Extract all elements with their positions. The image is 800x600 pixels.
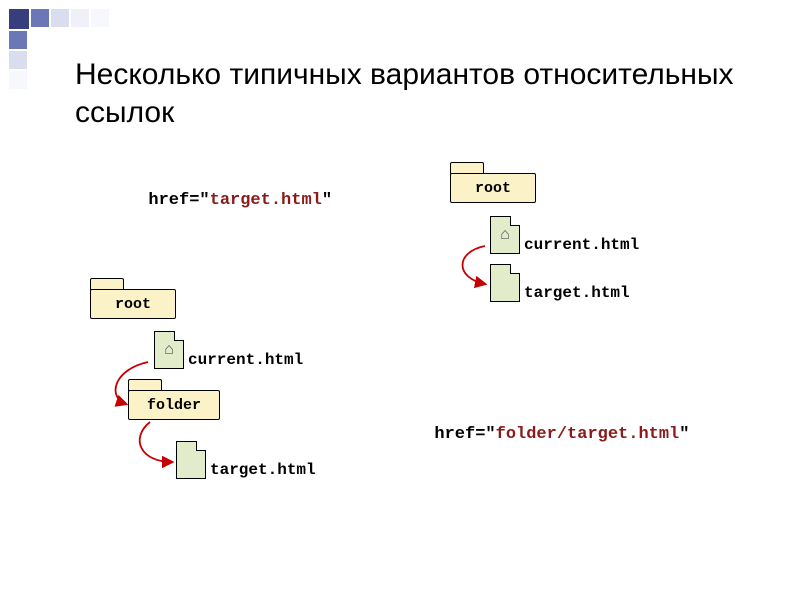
file-current-label: current.html xyxy=(524,236,639,254)
file-current2-icon: ⌂ xyxy=(154,331,184,369)
folder-sub-icon: folder xyxy=(128,379,220,423)
folder-root-icon: root xyxy=(450,162,536,206)
file-target-icon xyxy=(490,264,520,302)
folder-root-label: root xyxy=(450,173,536,203)
file-current2-label: current.html xyxy=(188,351,303,369)
code-str: folder/target.html xyxy=(496,425,680,444)
folder-sub-label: folder xyxy=(128,390,220,420)
slide-title: Несколько типичных вариантов относительн… xyxy=(75,56,770,131)
code-kw: " xyxy=(679,425,689,444)
file-target2-label: target.html xyxy=(210,461,316,479)
file-target-label: target.html xyxy=(524,284,630,302)
example2-href-code: href="folder/target.html" xyxy=(414,406,689,444)
home-icon: ⌂ xyxy=(500,226,510,244)
example1-href-code: href="target.html" xyxy=(128,172,332,210)
file-current-icon: ⌂ xyxy=(490,216,520,254)
file-target2-icon xyxy=(176,441,206,479)
code-kw: href=" xyxy=(434,425,495,444)
folder-root2-icon: root xyxy=(90,278,176,322)
code-str: target.html xyxy=(210,191,322,210)
folder-root2-label: root xyxy=(90,289,176,319)
code-kw: " xyxy=(322,191,332,210)
home-icon: ⌂ xyxy=(164,341,174,359)
code-kw: href=" xyxy=(148,191,209,210)
